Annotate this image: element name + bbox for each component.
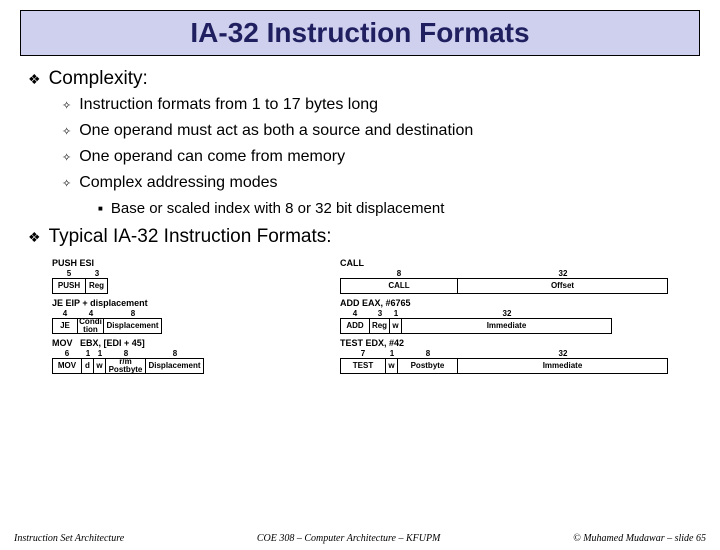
bit-width: 1 (390, 309, 402, 318)
heading-text: Typical IA-32 Instruction Formats: (49, 226, 332, 248)
heading-text: Complexity: (49, 68, 148, 90)
field-cell: r/m Postbyte (106, 358, 146, 374)
diagram-test: TEST EDX, #42 7 1 8 32 TEST w Postbyte I… (340, 338, 680, 374)
bit-width: 1 (386, 349, 398, 358)
bullet-text: One operand must act as both a source an… (79, 122, 473, 140)
bit-width: 32 (458, 269, 668, 278)
diamond-open-icon: ✧ (62, 174, 71, 194)
bit-width: 8 (104, 309, 162, 318)
diagram-label: MOV EBX, [EDI + 45] (52, 338, 312, 348)
bit-width: 7 (340, 349, 386, 358)
bullet-item: ✧ One operand can come from memory (62, 148, 692, 168)
bit-width: 8 (398, 349, 458, 358)
bit-width: 1 (82, 349, 94, 358)
bit-width: 1 (94, 349, 106, 358)
bullet-item: ✧ Complex addressing modes (62, 174, 692, 194)
bullet-text: Complex addressing modes (79, 174, 277, 192)
subbullet-text: Base or scaled index with 8 or 32 bit di… (111, 200, 445, 217)
bit-width: 3 (370, 309, 390, 318)
footer-right: © Muhamed Mudawar – slide 65 (573, 533, 706, 544)
diagrams: PUSH ESI 5 3 PUSH Reg CALL 8 32 CALL Off… (0, 254, 720, 374)
field-cell: w (386, 358, 398, 374)
slide-title: IA-32 Instruction Formats (21, 17, 699, 49)
bit-width: 3 (86, 269, 108, 278)
field-cell: d (82, 358, 94, 374)
field-cell: Displacement (146, 358, 204, 374)
diamond-icon: ❖ (28, 226, 41, 248)
bullet-text: Instruction formats from 1 to 17 bytes l… (79, 96, 378, 114)
field-cell: ADD (340, 318, 370, 334)
diamond-icon: ❖ (28, 68, 41, 90)
diagram-mov: MOV EBX, [EDI + 45] 6 1 1 8 8 MOV d w r/… (52, 338, 312, 374)
field-cell: Postbyte (398, 358, 458, 374)
heading-complexity: ❖ Complexity: (28, 68, 692, 90)
footer: Instruction Set Architecture COE 308 – C… (0, 533, 720, 544)
field-cell: Condi tion (78, 318, 104, 334)
diagram-je: JE EIP + displacement 4 4 8 JE Condi tio… (52, 298, 312, 334)
diagram-label: ADD EAX, #6765 (340, 298, 680, 308)
field-cell: Immediate (402, 318, 612, 334)
heading-formats: ❖ Typical IA-32 Instruction Formats: (28, 226, 692, 248)
diagram-add: ADD EAX, #6765 4 3 1 32 ADD Reg w Immedi… (340, 298, 680, 334)
bit-width: 4 (340, 309, 370, 318)
bullet-item: ✧ One operand must act as both a source … (62, 122, 692, 142)
diamond-open-icon: ✧ (62, 148, 71, 168)
bit-width: 5 (52, 269, 86, 278)
bit-width: 4 (52, 309, 78, 318)
bit-width: 32 (458, 349, 668, 358)
bit-width: 32 (402, 309, 612, 318)
field-cell: CALL (340, 278, 458, 294)
bullet-item: ✧ Instruction formats from 1 to 17 bytes… (62, 96, 692, 116)
footer-left: Instruction Set Architecture (14, 533, 124, 544)
bit-width: 8 (340, 269, 458, 278)
bit-width: 6 (52, 349, 82, 358)
diagram-push: PUSH ESI 5 3 PUSH Reg (52, 258, 312, 294)
square-icon: ■ (98, 200, 103, 218)
subbullet-item: ■ Base or scaled index with 8 or 32 bit … (98, 200, 692, 218)
field-cell: MOV (52, 358, 82, 374)
field-cell: PUSH (52, 278, 86, 294)
bullet-text: One operand can come from memory (79, 148, 345, 166)
field-cell: JE (52, 318, 78, 334)
field-cell: Reg (370, 318, 390, 334)
field-cell: TEST (340, 358, 386, 374)
field-cell: w (390, 318, 402, 334)
diamond-open-icon: ✧ (62, 122, 71, 142)
diagram-label: JE EIP + displacement (52, 298, 312, 308)
diagram-label: PUSH ESI (52, 258, 312, 268)
field-cell: Immediate (458, 358, 668, 374)
footer-mid: COE 308 – Computer Architecture – KFUPM (257, 533, 441, 544)
field-cell: Offset (458, 278, 668, 294)
diamond-open-icon: ✧ (62, 96, 71, 116)
diagram-label: TEST EDX, #42 (340, 338, 680, 348)
diagram-label: CALL (340, 258, 680, 268)
field-cell: w (94, 358, 106, 374)
title-bar: IA-32 Instruction Formats (20, 10, 700, 56)
field-cell: Reg (86, 278, 108, 294)
bit-width: 8 (146, 349, 204, 358)
diagram-call: CALL 8 32 CALL Offset (340, 258, 680, 294)
content: ❖ Complexity: ✧ Instruction formats from… (0, 68, 720, 248)
field-cell: Displacement (104, 318, 162, 334)
